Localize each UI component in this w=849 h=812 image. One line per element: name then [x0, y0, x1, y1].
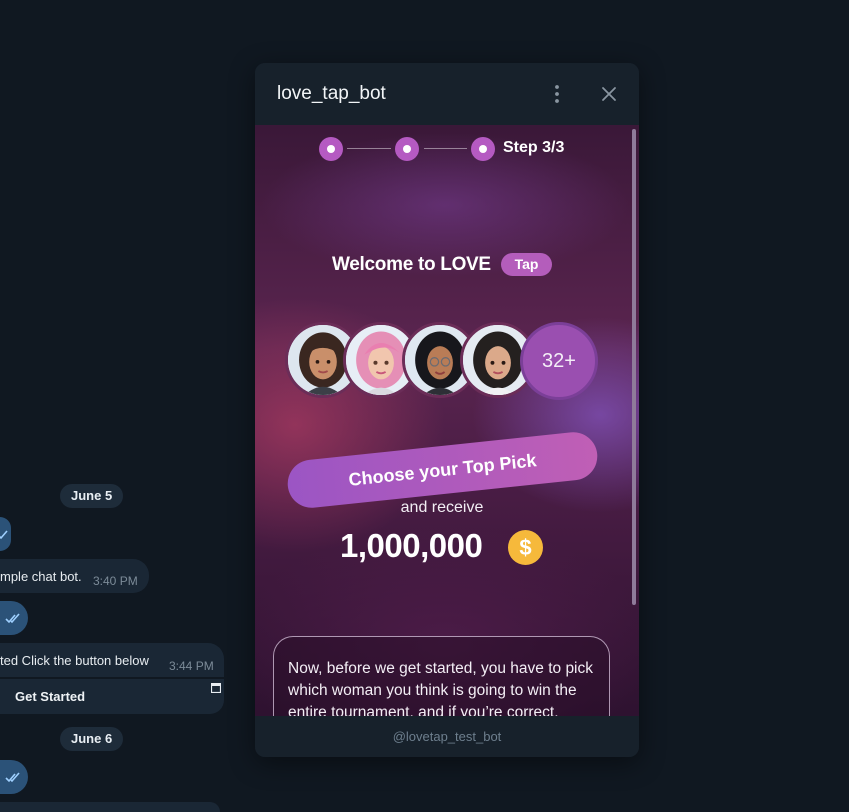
- receive-text: and receive: [400, 499, 484, 516]
- info-card: Now, before we get started, you have to …: [273, 636, 610, 716]
- more-contestants-badge[interactable]: 32+: [520, 322, 598, 400]
- window-title: love_tap_bot: [277, 83, 386, 104]
- window-header: love_tap_bot: [255, 63, 639, 125]
- double-check-icon: [5, 772, 20, 783]
- coin-icon: $: [508, 530, 543, 565]
- incoming-message-partial: [0, 802, 220, 812]
- step-connector: [424, 148, 467, 149]
- outgoing-bubble: [0, 601, 28, 635]
- step-connector: [347, 148, 391, 149]
- inline-button-label: Get Started: [15, 689, 86, 704]
- step-2-indicator: [395, 137, 419, 161]
- open-app-icon: [211, 683, 221, 693]
- incoming-message: ted Click the button below 3:44 PM: [0, 643, 224, 677]
- mini-app-window: love_tap_bot Step 3/3 Welcome to LOVE Ta…: [255, 63, 639, 757]
- step-1-indicator: [319, 137, 343, 161]
- message-text: ted Click the button below: [0, 653, 149, 668]
- double-check-icon: [0, 530, 8, 540]
- reward-amount: 1,000,000: [340, 527, 483, 564]
- menu-button[interactable]: [545, 82, 569, 106]
- info-text: Now, before we get started, you have to …: [288, 660, 594, 716]
- double-check-icon: [5, 613, 20, 624]
- outgoing-bubble: [0, 517, 11, 551]
- get-started-inline-button[interactable]: Get Started: [0, 679, 224, 714]
- incoming-message: mple chat bot. 3:40 PM: [0, 559, 149, 593]
- date-pill-june-6: June 6: [60, 727, 124, 751]
- tap-badge: Tap: [501, 253, 552, 276]
- message-text: mple chat bot.: [0, 569, 82, 584]
- welcome-heading: Welcome to LOVE: [332, 254, 491, 275]
- message-time: 3:40 PM: [93, 574, 138, 588]
- close-button[interactable]: [597, 82, 621, 106]
- message-time: 3:44 PM: [169, 659, 214, 673]
- kebab-menu-icon: [555, 85, 559, 103]
- outgoing-bubble: [0, 760, 28, 794]
- close-icon: [602, 87, 616, 101]
- scrollbar[interactable]: [632, 129, 636, 605]
- mini-app-content: Step 3/3 Welcome to LOVE Tap 32+ Choose …: [255, 125, 639, 716]
- step-3-indicator: [471, 137, 495, 161]
- bot-handle-footer: @lovetap_test_bot: [255, 716, 639, 757]
- date-pill-june-5: June 5: [60, 484, 124, 508]
- step-label: Step 3/3: [503, 139, 565, 156]
